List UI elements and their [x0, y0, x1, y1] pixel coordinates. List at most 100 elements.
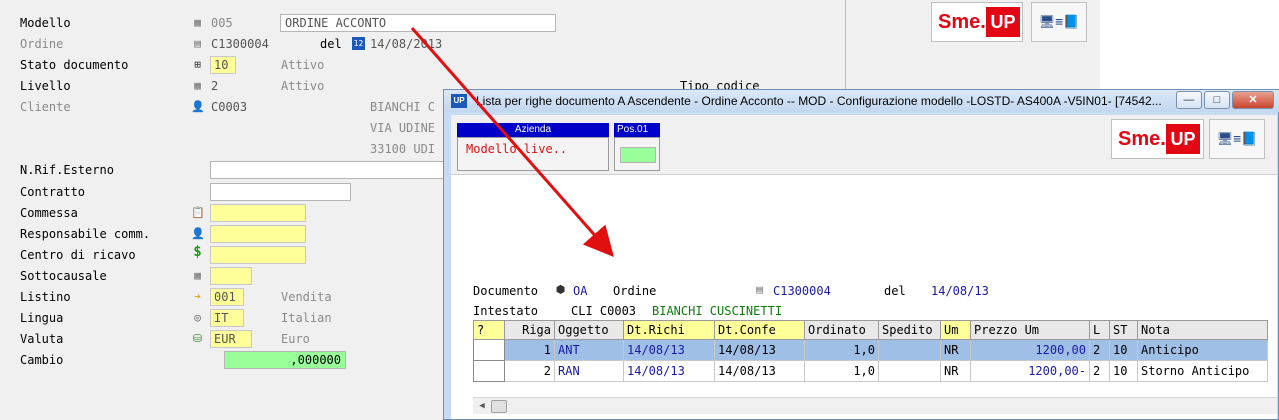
label-ordine: Ordine	[20, 37, 64, 51]
logo-text-up: UP	[1166, 124, 1200, 154]
grid-icon: ▦	[194, 269, 201, 282]
label-lingua: Lingua	[20, 311, 64, 325]
modello-desc-field[interactable]: ORDINE ACCONTO	[280, 14, 556, 32]
cell-riga: 2	[504, 360, 555, 382]
cliente-code: C0003	[211, 100, 248, 114]
scroll-thumb[interactable]	[491, 400, 507, 413]
window-titlebar[interactable]: UP Lista per righe documento A Ascendent…	[444, 90, 1279, 112]
document-lines-window: UP Lista per righe documento A Ascendent…	[443, 89, 1279, 420]
listino-desc: Vendita	[281, 290, 332, 304]
smeup-logo: Sme. UP	[1111, 119, 1204, 159]
centro-ricavo-field[interactable]	[210, 246, 306, 264]
toolbar-icons[interactable]: 🖥≡📘	[1209, 119, 1265, 159]
ordine-code: C1300004	[211, 37, 269, 51]
cell-prezzo: 1200,00	[970, 339, 1090, 361]
lingua-code-field[interactable]: IT	[210, 309, 244, 327]
valuta-code-field[interactable]: EUR	[210, 330, 252, 348]
documento-type: Ordine	[613, 284, 657, 298]
documento-date: 14/08/13	[931, 284, 989, 298]
logo-text-sme: Sme.	[1118, 128, 1166, 150]
logo-text-sme: Sme.	[938, 11, 986, 33]
cell-st: 10	[1109, 339, 1138, 361]
col-header-um[interactable]: Um	[940, 320, 971, 340]
monitor-icon[interactable]: 🖥	[1039, 15, 1056, 30]
cell-prezzo: 1200,00-	[970, 360, 1090, 382]
horizontal-scrollbar[interactable]: ◀	[473, 397, 1277, 414]
cell-oggetto: RAN	[554, 360, 624, 382]
close-button[interactable]: ✕	[1232, 91, 1274, 109]
col-header-l[interactable]: L	[1089, 320, 1110, 340]
document-lines-table: ? Riga Oggetto Dt.Richi Dt.Confe Ordinat…	[473, 320, 1268, 382]
listino-code-field[interactable]: 001	[210, 288, 244, 306]
table-header-row: ? Riga Oggetto Dt.Richi Dt.Confe Ordinat…	[473, 320, 1268, 340]
user-icon: 👤	[191, 100, 205, 113]
book-icon[interactable]: 📘	[1241, 132, 1257, 147]
label-cliente: Cliente	[20, 100, 71, 114]
col-header-nota[interactable]: Nota	[1137, 320, 1268, 340]
label-responsabile: Responsabile comm.	[20, 227, 151, 241]
label-contratto: Contratto	[20, 185, 86, 199]
clipboard-icon: 📋	[191, 206, 205, 219]
table-row[interactable]: 2 RAN 14/08/13 14/08/13 1,0 NR 1200,00- …	[473, 360, 1268, 382]
header-band: Azienda Modello live.. Pos.01 Sme. UP 🖥≡…	[451, 115, 1277, 175]
col-header-dt-richi[interactable]: Dt.Richi	[623, 320, 715, 340]
list-icon[interactable]: ≡	[1055, 15, 1063, 30]
coins-icon: ⛁	[192, 332, 203, 345]
valuta-desc: Euro	[281, 332, 310, 346]
pos-indicator	[620, 147, 656, 163]
table-row[interactable]: 1 ANT 14/08/13 14/08/13 1,0 NR 1200,00 2…	[473, 339, 1268, 361]
col-header-riga[interactable]: Riga	[504, 320, 555, 340]
maximize-button[interactable]: □	[1204, 91, 1230, 109]
intestato-label: Intestato	[473, 304, 539, 318]
col-header-st[interactable]: ST	[1109, 320, 1138, 340]
col-header-oggetto[interactable]: Oggetto	[554, 320, 624, 340]
row-select-checkbox[interactable]	[473, 339, 505, 361]
sottocausale-field[interactable]	[210, 267, 252, 285]
monitor-icon[interactable]: 🖥	[1217, 132, 1234, 147]
book-icon[interactable]: 📘	[1063, 15, 1079, 30]
modello-code: 005	[211, 16, 233, 30]
list-icon[interactable]: ≡	[1233, 132, 1241, 147]
grid-icon: ▦	[194, 16, 201, 29]
arrow-right-icon: ➔	[194, 290, 201, 303]
col-header-prezzo-um[interactable]: Prezzo Um	[970, 320, 1090, 340]
document-icon: ▤	[756, 283, 763, 296]
cell-nota: Storno Anticipo	[1137, 360, 1268, 382]
nrif-esterno-field[interactable]	[210, 161, 450, 179]
col-header-dt-confe[interactable]: Dt.Confe	[714, 320, 805, 340]
cell-l: 2	[1089, 339, 1110, 361]
cambio-field[interactable]: ,000000	[224, 351, 346, 369]
label-modello: Modello	[20, 16, 71, 30]
hierarchy-icon: ⊞	[194, 58, 201, 71]
document-icon: ▤	[194, 37, 201, 50]
scroll-left-icon[interactable]: ◀	[475, 400, 489, 413]
livello-code: 2	[211, 79, 219, 93]
cell-st: 10	[1109, 360, 1138, 382]
cell-dt-confe: 14/08/13	[714, 360, 805, 382]
col-header-select[interactable]: ?	[473, 320, 505, 340]
cliente-addr1: BIANCHI C	[370, 100, 436, 114]
cell-oggetto: ANT	[554, 339, 624, 361]
documento-number: C1300004	[773, 284, 831, 298]
cell-ordinato: 1,0	[804, 339, 879, 361]
label-livello: Livello	[20, 79, 71, 93]
label-sottocausale: Sottocausale	[20, 269, 107, 283]
ordine-del-label: del	[320, 37, 342, 51]
intestato-cli-name: BIANCHI CUSCINETTI	[652, 304, 783, 318]
responsabile-field[interactable]	[210, 225, 306, 243]
minimize-button[interactable]: —	[1176, 91, 1202, 109]
row-select-checkbox[interactable]	[473, 360, 505, 382]
toolbar-icons[interactable]: 🖥≡📘	[1031, 2, 1087, 42]
col-header-spedito[interactable]: Spedito	[878, 320, 941, 340]
livello-desc: Attivo	[281, 79, 325, 93]
col-header-ordinato[interactable]: Ordinato	[804, 320, 879, 340]
window-client-area: Azienda Modello live.. Pos.01 Sme. UP 🖥≡…	[451, 115, 1277, 419]
calendar-icon[interactable]: 12	[352, 37, 365, 50]
cliente-addr2: VIA UDINE	[370, 121, 436, 135]
grid-icon: ▦	[194, 79, 201, 92]
commessa-field[interactable]	[210, 204, 306, 222]
stato-code-field[interactable]: 10	[210, 56, 236, 74]
documento-label: Documento	[473, 284, 539, 298]
cell-dt-richi: 14/08/13	[623, 360, 715, 382]
contratto-field[interactable]	[210, 183, 351, 201]
